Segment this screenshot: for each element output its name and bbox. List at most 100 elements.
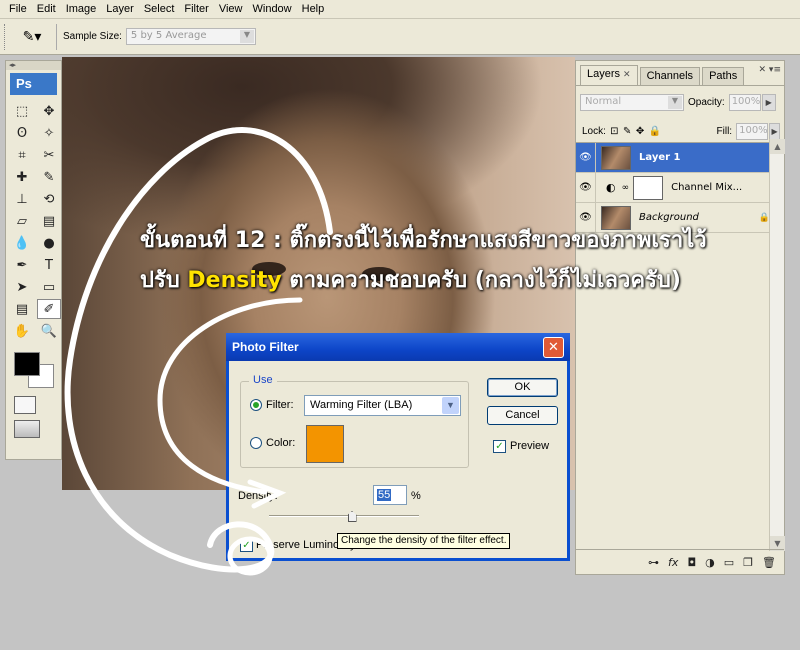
notes-tool-icon[interactable]: ▤ [10, 299, 34, 319]
close-icon[interactable]: ✕ [543, 337, 564, 358]
tab-channels[interactable]: Channels [639, 67, 701, 85]
fill-input[interactable]: 100% [736, 123, 769, 140]
color-radio[interactable] [250, 437, 262, 449]
healing-brush-tool-icon[interactable]: ✚ [10, 167, 34, 187]
slice-tool-icon[interactable]: ✂ [37, 145, 61, 165]
menu-window[interactable]: Window [248, 3, 297, 15]
density-input[interactable]: 55 [373, 485, 407, 505]
menu-edit[interactable]: Edit [32, 3, 61, 15]
filter-radio[interactable] [250, 399, 262, 411]
filter-value: Warming Filter (LBA) [310, 399, 413, 411]
blend-mode-value: Normal [585, 96, 622, 107]
toolbox-grip[interactable]: ◂▸ [6, 61, 61, 70]
lock-transparency-icon[interactable]: ⊡ [610, 126, 619, 137]
layer-mask-icon[interactable]: ◘ [687, 556, 696, 569]
sample-size-select[interactable]: 5 by 5 Average ▼ [125, 28, 256, 45]
menu-select[interactable]: Select [139, 3, 180, 15]
visibility-eye-icon[interactable]: 👁 [576, 173, 596, 202]
new-layer-icon[interactable]: ❐ [743, 556, 753, 569]
color-swatch[interactable] [306, 425, 344, 463]
close-icon[interactable]: ✕ [623, 69, 631, 79]
pen-tool-icon[interactable]: ✒ [10, 255, 34, 275]
hand-tool-icon[interactable]: ✋ [10, 321, 34, 341]
opacity-input[interactable]: 100% [728, 94, 761, 111]
layer-style-fx-icon[interactable]: fx [668, 556, 678, 569]
move-tool-icon[interactable]: ✥ [37, 101, 61, 121]
trash-icon[interactable]: 🗑 [762, 556, 776, 569]
quick-mask-button[interactable] [14, 396, 36, 414]
clone-stamp-tool-icon[interactable]: ⊥ [10, 189, 34, 209]
menu-file[interactable]: File [4, 3, 32, 15]
magic-wand-tool-icon[interactable]: ✧ [37, 123, 61, 143]
caption-prefix: ปรับ [140, 268, 188, 293]
gradient-tool-icon[interactable]: ▤ [37, 211, 61, 231]
link-layers-icon[interactable]: ⊶ [648, 556, 659, 569]
eraser-tool-icon[interactable]: ▱ [10, 211, 34, 231]
tool-grid: ⬚ ✥ ʘ ✧ ⌗ ✂ ✚ ✎ ⊥ ⟲ ▱ ▤ 💧 ● ✒ T ➤ ▭ ▤ ✐ … [6, 98, 61, 344]
lock-position-icon[interactable]: ✥ [636, 126, 645, 137]
history-brush-tool-icon[interactable]: ⟲ [37, 189, 61, 209]
visibility-eye-icon[interactable]: 👁 [576, 143, 596, 172]
density-tooltip: Change the density of the filter effect. [337, 533, 511, 549]
density-slider-thumb[interactable] [347, 511, 357, 522]
layer-row-layer-1[interactable]: 👁 Layer 1 [576, 143, 784, 173]
density-label: Density: [238, 490, 278, 502]
menu-filter[interactable]: Filter [179, 3, 213, 15]
preview-checkbox[interactable]: ✓ [493, 440, 506, 453]
divider [56, 23, 57, 50]
filter-label: Filter: [266, 399, 294, 411]
brush-tool-icon[interactable]: ✎ [37, 167, 61, 187]
foreground-color-swatch[interactable] [14, 352, 40, 376]
tab-channels-label: Channels [646, 70, 694, 82]
panel-tabs: Layers ✕ Channels Paths [576, 61, 784, 86]
color-swatches [10, 350, 57, 390]
fill-arrow-icon[interactable]: ▶ [769, 123, 780, 140]
lasso-tool-icon[interactable]: ʘ [10, 123, 34, 143]
crop-tool-icon[interactable]: ⌗ [10, 145, 34, 165]
photoshop-logo[interactable]: Ps [10, 73, 57, 95]
eyedropper-tool-icon[interactable]: ✐ [37, 299, 61, 319]
menu-bar: File Edit Image Layer Select Filter View… [0, 0, 800, 19]
opacity-arrow-icon[interactable]: ▶ [761, 94, 776, 111]
screen-mode-button[interactable] [14, 420, 40, 438]
blend-opacity-row: Normal ▼ Opacity: 100% ▶ [576, 86, 784, 113]
menu-help[interactable]: Help [297, 3, 330, 15]
lock-all-icon[interactable]: 🔒 [649, 126, 661, 137]
lock-pixels-icon[interactable]: ✎ [623, 126, 632, 137]
menu-view[interactable]: View [214, 3, 248, 15]
blur-tool-icon[interactable]: 💧 [10, 233, 34, 253]
zoom-tool-icon[interactable]: 🔍 [37, 321, 61, 341]
blend-mode-select[interactable]: Normal ▼ [580, 94, 684, 111]
use-group: Use Filter: Warming Filter (LBA) ▼ Color… [240, 374, 469, 468]
menu-layer[interactable]: Layer [101, 3, 139, 15]
adjustment-layer-icon: ◐ [606, 181, 616, 194]
density-unit: % [411, 490, 421, 502]
scroll-up-icon[interactable]: ▲ [770, 139, 785, 154]
shape-tool-icon[interactable]: ▭ [37, 277, 61, 297]
preserve-luminosity-checkbox[interactable]: ✓ [240, 539, 253, 552]
marquee-tool-icon[interactable]: ⬚ [10, 101, 34, 121]
density-slider-track[interactable] [269, 515, 419, 517]
layers-scrollbar[interactable]: ▲ ▼ [769, 139, 785, 551]
options-bar: ✎▾ Sample Size: 5 by 5 Average ▼ [0, 19, 800, 55]
filter-select[interactable]: Warming Filter (LBA) ▼ [304, 395, 461, 416]
eyedropper-preset-icon[interactable]: ✎▾ [14, 25, 50, 49]
cancel-button[interactable]: Cancel [487, 406, 558, 425]
tab-layers[interactable]: Layers ✕ [580, 65, 638, 85]
panel-menu-icon[interactable]: ✕ ▾≡ [759, 65, 781, 75]
menu-image[interactable]: Image [61, 3, 102, 15]
dodge-tool-icon[interactable]: ● [37, 233, 61, 253]
adjustment-layer-icon[interactable]: ◑ [705, 556, 715, 569]
layer-row-channel-mixer[interactable]: 👁 ◐ ∞ Channel Mix... [576, 173, 784, 203]
path-selection-tool-icon[interactable]: ➤ [10, 277, 34, 297]
tab-paths-label: Paths [709, 70, 738, 82]
chevron-down-icon: ▼ [239, 30, 254, 43]
options-grip[interactable] [4, 23, 10, 50]
ok-button[interactable]: OK [487, 378, 558, 397]
new-group-folder-icon[interactable]: ▭ [724, 556, 734, 569]
tab-paths[interactable]: Paths [702, 67, 745, 85]
dialog-title-bar[interactable]: Photo Filter [226, 333, 570, 361]
chevron-down-icon: ▼ [668, 96, 682, 109]
type-tool-icon[interactable]: T [37, 255, 61, 275]
use-legend: Use [249, 374, 277, 386]
